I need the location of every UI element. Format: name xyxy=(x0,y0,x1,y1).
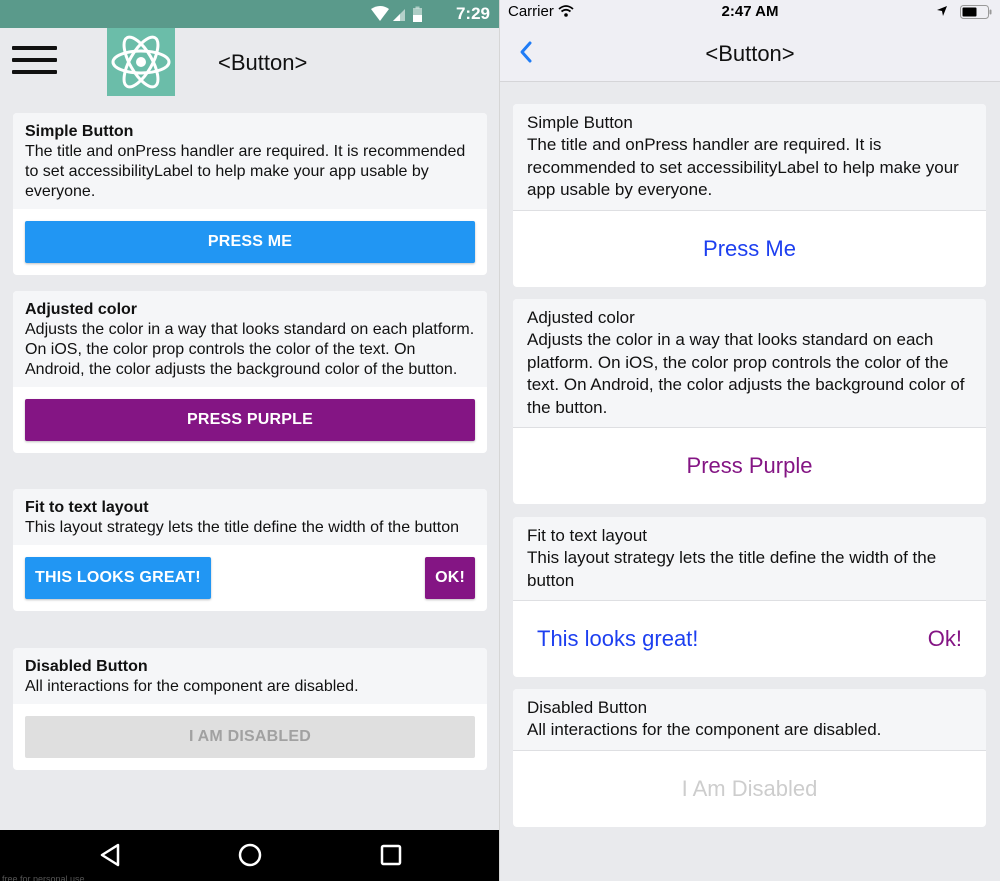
section-adjusted-color: Adjusted color Adjusts the color in a wa… xyxy=(13,291,487,453)
press-me-button[interactable]: Press Me xyxy=(703,236,796,262)
section-description: All interactions for the component are d… xyxy=(25,678,359,695)
section-description: Adjusts the color in a way that looks st… xyxy=(527,330,965,417)
section-title: Disabled Button xyxy=(527,698,648,717)
android-toolbar: <Button> xyxy=(0,28,499,96)
disabled-button: I Am Disabled xyxy=(681,775,818,801)
section-simple-button: Simple Button The title and onPress hand… xyxy=(13,113,487,275)
battery-icon xyxy=(960,5,992,19)
android-status-bar: 7:29 xyxy=(0,0,499,28)
hamburger-menu-icon[interactable] xyxy=(12,46,57,76)
wifi-icon xyxy=(371,6,389,21)
section-header: Fit to text layout This layout strategy … xyxy=(513,517,986,601)
section-fit-to-text: Fit to text layout This layout strategy … xyxy=(513,517,986,677)
section-title: Fit to text layout xyxy=(527,526,647,545)
section-description: Adjusts the color in a way that looks st… xyxy=(25,321,475,378)
section-header: Disabled Button All interactions for the… xyxy=(513,689,986,751)
this-looks-great-button[interactable]: THIS LOOKS GREAT! xyxy=(25,557,211,599)
section-title: Adjusted color xyxy=(25,301,138,318)
section-header: Simple Button The title and onPress hand… xyxy=(13,113,487,209)
react-atom-icon xyxy=(107,28,175,96)
watermark-text: free for personal use xyxy=(2,874,85,881)
recents-square-icon[interactable] xyxy=(378,842,404,868)
android-screen: 7:29 <Button> Simple Button The title an… xyxy=(0,0,499,881)
ios-nav-bar: <Button> xyxy=(500,24,1000,82)
home-circle-icon[interactable] xyxy=(237,842,263,868)
section-header: Simple Button The title and onPress hand… xyxy=(513,104,986,211)
section-title: Simple Button xyxy=(25,123,134,140)
section-header: Adjusted color Adjusts the color in a wa… xyxy=(513,299,986,428)
section-title: Adjusted color xyxy=(527,308,635,327)
section-disabled-button: Disabled Button All interactions for the… xyxy=(13,648,487,770)
status-time: 7:29 xyxy=(455,4,490,23)
section-title: Simple Button xyxy=(527,113,633,132)
page-title: <Button> xyxy=(705,41,795,66)
section-title: Disabled Button xyxy=(25,658,148,675)
android-status-icons xyxy=(371,6,422,22)
press-purple-button[interactable]: PRESS PURPLE xyxy=(25,399,475,441)
section-description: All interactions for the component are d… xyxy=(527,720,882,739)
section-title: Fit to text layout xyxy=(25,499,149,516)
section-description: The title and onPress handler are requir… xyxy=(527,135,959,199)
ios-status-bar: Carrier 2:47 AM xyxy=(500,0,1000,24)
disabled-button: I AM DISABLED xyxy=(25,716,475,758)
status-time: 2:47 AM xyxy=(721,3,779,20)
ios-screen: Carrier 2:47 AM <Button> Simple Button T… xyxy=(500,0,1000,881)
section-disabled-button: Disabled Button All interactions for the… xyxy=(513,689,986,827)
this-looks-great-button[interactable]: This looks great! xyxy=(537,626,698,652)
android-nav-bar: free for personal use xyxy=(0,830,499,881)
back-triangle-icon[interactable] xyxy=(98,842,124,868)
battery-icon xyxy=(413,6,422,22)
section-fit-to-text: Fit to text layout This layout strategy … xyxy=(13,489,487,611)
press-purple-button[interactable]: Press Purple xyxy=(687,453,813,479)
section-header: Adjusted color Adjusts the color in a wa… xyxy=(13,291,487,387)
section-header: Fit to text layout This layout strategy … xyxy=(13,489,487,545)
section-adjusted-color: Adjusted color Adjusts the color in a wa… xyxy=(513,299,986,504)
section-description: The title and onPress handler are requir… xyxy=(25,143,466,200)
section-description: This layout strategy lets the title defi… xyxy=(25,519,460,536)
ok-button[interactable]: OK! xyxy=(425,557,475,599)
section-header: Disabled Button All interactions for the… xyxy=(13,648,487,704)
press-me-button[interactable]: PRESS ME xyxy=(25,221,475,263)
section-simple-button: Simple Button The title and onPress hand… xyxy=(513,104,986,287)
page-title: <Button> xyxy=(218,50,308,75)
section-description: This layout strategy lets the title defi… xyxy=(527,548,937,590)
location-arrow-icon xyxy=(937,6,947,16)
ok-button[interactable]: Ok! xyxy=(928,626,962,652)
